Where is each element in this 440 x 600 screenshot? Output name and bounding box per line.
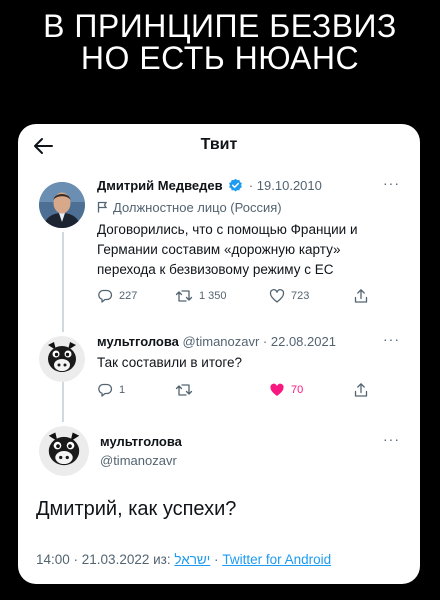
- retweet-count: 1 350: [199, 290, 227, 302]
- page-title: Твит: [200, 136, 238, 153]
- tweet-text: Договорились, что с помощью Франции и Ге…: [97, 220, 358, 280]
- heart-icon: [269, 288, 285, 303]
- retweet-icon: [175, 290, 193, 302]
- tweet-text-line: Договорились, что с помощью Франции и: [97, 222, 358, 237]
- like-button[interactable]: 70: [269, 382, 303, 398]
- like-count: 723: [291, 290, 310, 302]
- share-icon: [354, 383, 368, 397]
- tweet-author-line: мультголова @timanozavr · 22.08.2021: [97, 334, 336, 349]
- tweet-actions: 227 1 350 723: [97, 288, 397, 306]
- author-name[interactable]: Дмитрий Медведев: [97, 178, 223, 193]
- author-handle[interactable]: @timanozavr: [100, 453, 177, 468]
- heart-icon: [270, 383, 284, 396]
- like-count: 70: [291, 384, 304, 396]
- focused-tweet-text: Дмитрий, как успехи?: [36, 498, 237, 520]
- tweet-card: Твит Дмитрий Медведев · 19.10.2010 ··· Д…: [18, 124, 420, 584]
- tweet-actions: 1 70: [97, 382, 397, 400]
- tweet-text-line: Так составили в итоге?: [97, 355, 243, 370]
- flag-icon: [97, 201, 108, 213]
- tweet-header: Твит: [18, 124, 420, 168]
- share-icon: [354, 289, 368, 303]
- tweet-source[interactable]: Twitter for Android: [222, 552, 331, 567]
- more-icon[interactable]: ···: [383, 175, 400, 191]
- reply-count: 1: [119, 384, 126, 396]
- retweet-button[interactable]: [175, 382, 193, 398]
- reply-button[interactable]: 227: [97, 288, 137, 304]
- retweet-icon: [175, 384, 193, 396]
- avatar[interactable]: [39, 426, 89, 476]
- reply-button[interactable]: 1: [97, 382, 125, 398]
- reply-count: 227: [119, 290, 138, 302]
- reply-icon: [98, 383, 113, 397]
- government-label: Должностное лицо (Россия): [97, 200, 282, 215]
- caption-line-2: НО ЕСТЬ НЮАНС: [80, 40, 360, 76]
- retweet-button[interactable]: 1 350: [175, 288, 227, 304]
- more-icon[interactable]: ···: [383, 431, 400, 447]
- tweet-author-line: Дмитрий Медведев · 19.10.2010: [97, 178, 322, 193]
- verified-badge-icon: [229, 178, 243, 192]
- caption-line-1: В ПРИНЦИПЕ БЕЗВИЗ: [43, 8, 397, 44]
- avatar[interactable]: [39, 182, 85, 228]
- share-button[interactable]: [353, 382, 369, 398]
- like-button[interactable]: 723: [269, 288, 309, 304]
- more-icon[interactable]: ···: [383, 331, 400, 347]
- tweet-date[interactable]: · 19.10.2010: [249, 178, 322, 193]
- thread-line: [62, 382, 64, 422]
- meta-separator: ·: [214, 552, 219, 567]
- tweet-timestamp[interactable]: 14:00 · 21.03.2022 из:: [36, 552, 171, 567]
- tweet-location[interactable]: ישראל: [174, 552, 210, 567]
- tweet-text: Так составили в итоге?: [97, 353, 242, 373]
- author-name[interactable]: мультголова: [100, 434, 182, 449]
- tweet-metadata: 14:00 · 21.03.2022 из: ישראל · Twitter f…: [36, 552, 331, 567]
- author-handle-date[interactable]: @timanozavr · 22.08.2021: [183, 334, 336, 349]
- label-text: Должностное лицо (Россия): [113, 200, 282, 215]
- tweet-text-line: перехода к безвизовому режиму с ЕС: [97, 262, 334, 277]
- reply-icon: [98, 289, 113, 303]
- tweet-author-line: мультголова: [100, 434, 182, 449]
- author-name[interactable]: мультголова: [97, 334, 179, 349]
- meme-caption: В ПРИНЦИПЕ БЕЗВИЗ НО ЕСТЬ НЮАНС: [0, 10, 440, 74]
- tweet-text-line: Германии составим «дорожную карту»: [97, 242, 341, 257]
- avatar[interactable]: [39, 336, 85, 382]
- share-button[interactable]: [353, 288, 369, 304]
- thread-line: [62, 232, 64, 332]
